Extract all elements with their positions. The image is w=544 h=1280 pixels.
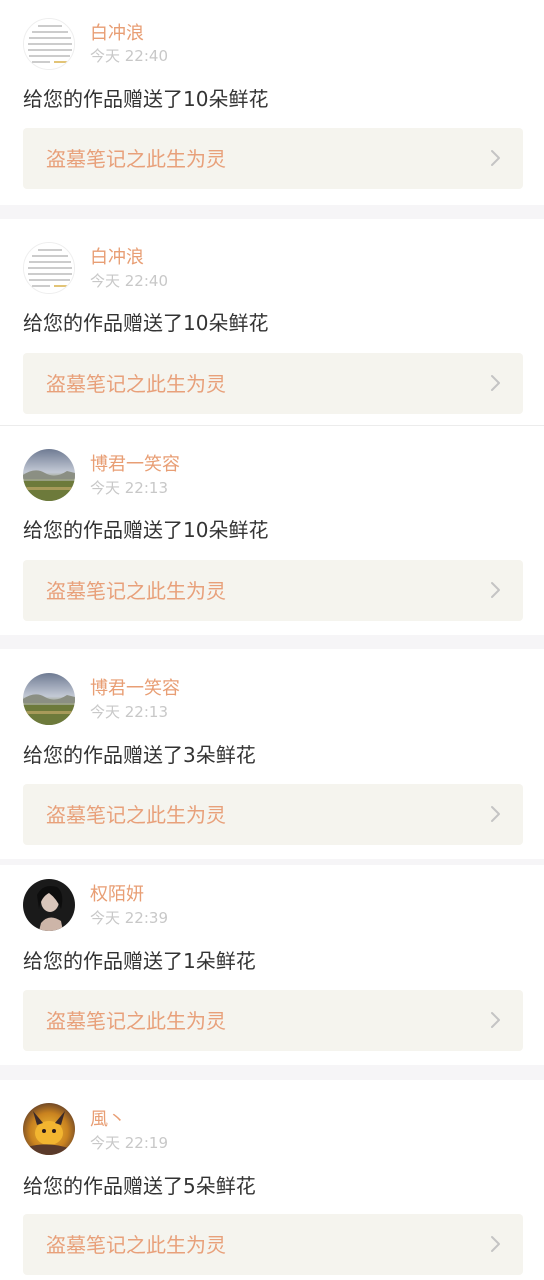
username[interactable]: 白冲浪 — [90, 247, 144, 269]
timestamp: 今天 22:13 — [90, 479, 168, 497]
chevron-right-icon — [491, 1236, 500, 1252]
notification-item: 博君一笑容 今天 22:13 给您的作品赠送了3朵鲜花 盗墓笔记之此生为灵 — [0, 649, 544, 859]
timestamp: 今天 22:13 — [90, 703, 168, 721]
work-title: 盗墓笔记之此生为灵 — [46, 147, 226, 171]
notification-item: 白冲浪 今天 22:40 给您的作品赠送了10朵鲜花 盗墓笔记之此生为灵 — [0, 219, 544, 425]
work-link-card[interactable]: 盗墓笔记之此生为灵 — [23, 353, 523, 414]
work-link-card[interactable]: 盗墓笔记之此生为灵 — [23, 560, 523, 621]
gift-message: 给您的作品赠送了10朵鲜花 — [23, 311, 269, 335]
chevron-right-icon — [491, 375, 500, 391]
portrait-avatar[interactable] — [23, 879, 75, 931]
work-link-card[interactable]: 盗墓笔记之此生为灵 — [23, 784, 523, 845]
gift-message: 给您的作品赠送了10朵鲜花 — [23, 518, 269, 542]
gift-message: 给您的作品赠送了5朵鲜花 — [23, 1174, 256, 1198]
work-title: 盗墓笔记之此生为灵 — [46, 579, 226, 603]
work-link-card[interactable]: 盗墓笔记之此生为灵 — [23, 128, 523, 189]
landscape-avatar[interactable] — [23, 673, 75, 725]
timestamp: 今天 22:40 — [90, 47, 168, 65]
chevron-right-icon — [491, 1012, 500, 1028]
work-link-card[interactable]: 盗墓笔记之此生为灵 — [23, 990, 523, 1051]
chevron-right-icon — [491, 150, 500, 166]
notification-item: 風丶 今天 22:19 给您的作品赠送了5朵鲜花 盗墓笔记之此生为灵 — [0, 1080, 544, 1280]
section-divider — [0, 205, 544, 219]
notification-item: 白冲浪 今天 22:40 给您的作品赠送了10朵鲜花 盗墓笔记之此生为灵 — [0, 0, 544, 205]
username[interactable]: 白冲浪 — [90, 23, 144, 45]
username[interactable]: 風丶 — [90, 1109, 126, 1131]
timestamp: 今天 22:19 — [90, 1134, 168, 1152]
chevron-right-icon — [491, 582, 500, 598]
username[interactable]: 博君一笑容 — [90, 678, 180, 700]
timestamp: 今天 22:39 — [90, 909, 168, 927]
work-title: 盗墓笔记之此生为灵 — [46, 803, 226, 827]
gift-message: 给您的作品赠送了1朵鲜花 — [23, 949, 256, 973]
text-screenshot-avatar[interactable] — [23, 18, 75, 70]
section-divider — [0, 635, 544, 649]
work-title: 盗墓笔记之此生为灵 — [46, 1009, 226, 1033]
text-screenshot-avatar[interactable] — [23, 242, 75, 294]
work-title: 盗墓笔记之此生为灵 — [46, 1233, 226, 1257]
gift-message: 给您的作品赠送了10朵鲜花 — [23, 87, 269, 111]
username[interactable]: 权陌妍 — [90, 884, 144, 906]
cartoon-avatar[interactable] — [23, 1103, 75, 1155]
timestamp: 今天 22:40 — [90, 272, 168, 290]
username[interactable]: 博君一笑容 — [90, 454, 180, 476]
notification-item: 权陌妍 今天 22:39 给您的作品赠送了1朵鲜花 盗墓笔记之此生为灵 — [0, 865, 544, 1065]
chevron-right-icon — [491, 806, 500, 822]
gift-message: 给您的作品赠送了3朵鲜花 — [23, 743, 256, 767]
landscape-avatar[interactable] — [23, 449, 75, 501]
section-divider — [0, 1065, 544, 1080]
notification-item: 博君一笑容 今天 22:13 给您的作品赠送了10朵鲜花 盗墓笔记之此生为灵 — [0, 426, 544, 635]
work-title: 盗墓笔记之此生为灵 — [46, 372, 226, 396]
work-link-card[interactable]: 盗墓笔记之此生为灵 — [23, 1214, 523, 1275]
